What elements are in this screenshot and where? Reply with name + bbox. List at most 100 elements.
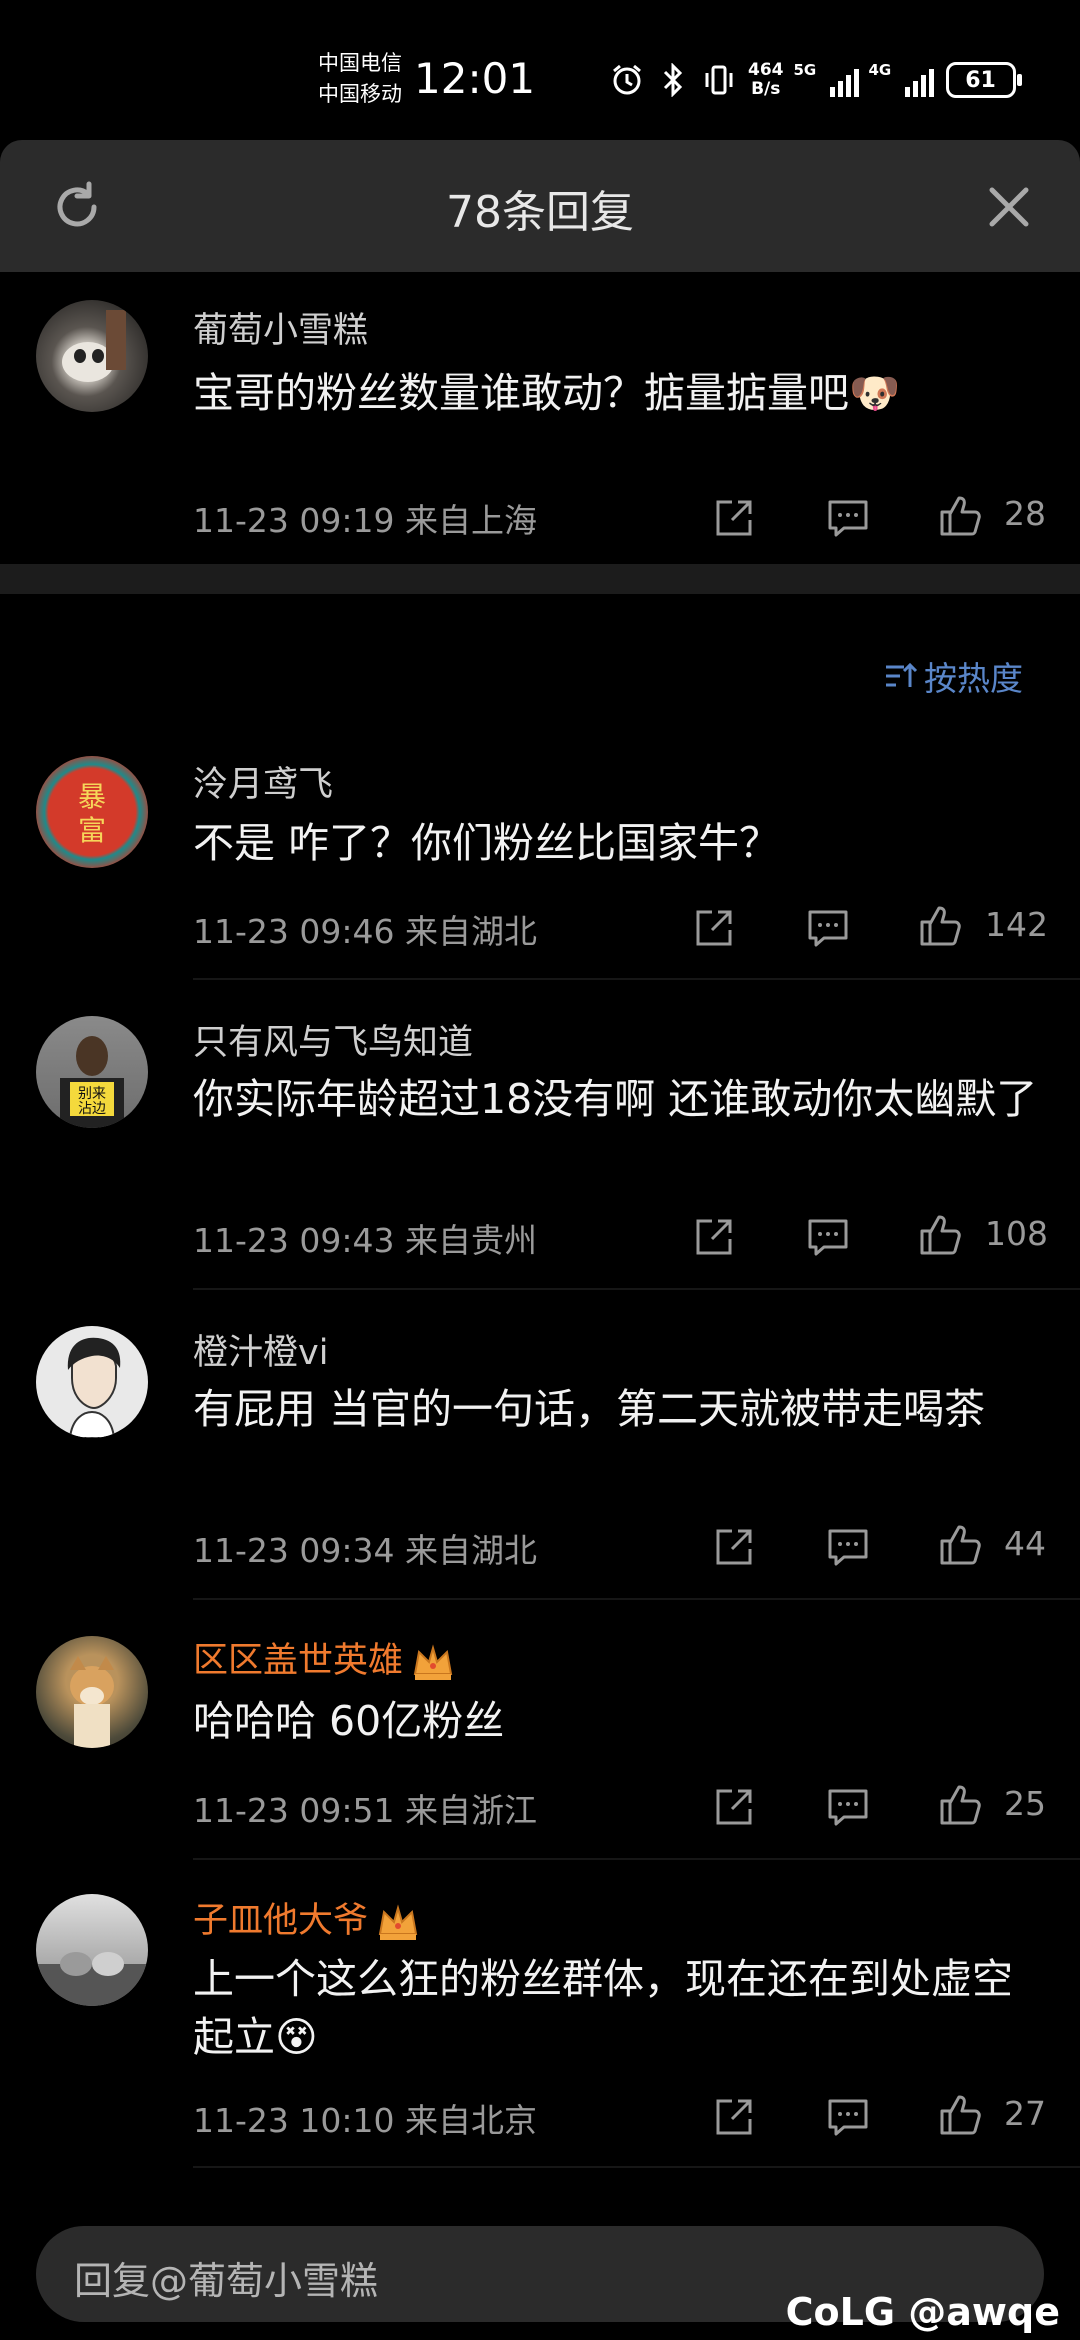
share-icon[interactable] — [692, 906, 736, 950]
comment-date: 11-23 09:19 — [193, 501, 395, 540]
like-count: 108 — [985, 1214, 1048, 1253]
svg-text:沾边: 沾边 — [78, 1101, 106, 1117]
comment-text: 宝哥的粉丝数量谁敢动？掂量掂量吧🐶 — [193, 364, 1043, 422]
comment-date: 11-23 09:51 — [193, 1791, 395, 1830]
comment-location: 来自上海 — [404, 501, 537, 540]
comment-text: 有屁用 当官的一句话，第二天就被带走喝茶 — [193, 1385, 986, 1433]
comment-location: 来自北京 — [404, 2101, 537, 2140]
comment-author[interactable]: 子皿他大爷 — [193, 1892, 420, 1943]
share-icon[interactable] — [712, 2095, 756, 2139]
doge-emoji: 🐶 — [849, 369, 901, 417]
like-icon[interactable] — [938, 1783, 982, 1827]
comment-meta: 11-23 09:34 来自湖北 — [193, 1524, 537, 1572]
comment-text: 不是 咋了？你们粉丝比国家牛？ — [193, 819, 781, 867]
comment-author[interactable]: 葡萄小雪糕 — [193, 302, 368, 353]
avatar[interactable]: 别来 沾边 — [36, 1016, 148, 1128]
comment-text: 哈哈哈 60亿粉丝 — [193, 1697, 505, 1745]
avatar[interactable] — [36, 1894, 148, 2006]
carrier-1: 中国电信 — [318, 51, 402, 75]
battery-icon: 61 — [945, 62, 1022, 98]
comment-text: 你实际年龄超过18没有啊 还谁敢动你太幽默了 — [193, 1075, 1038, 1123]
sort-label: 按热度 — [924, 659, 1023, 698]
close-icon[interactable] — [982, 180, 1036, 234]
svg-text:富: 富 — [78, 814, 106, 847]
signal-5g-label: 5G — [793, 61, 817, 79]
bluetooth-icon — [656, 63, 690, 97]
row-divider — [193, 2166, 1080, 2168]
like-count: 25 — [1004, 1784, 1046, 1823]
comment-location: 来自湖北 — [404, 912, 537, 951]
comment-text-body: 宝哥的粉丝数量谁敢动？掂量掂量吧 — [193, 369, 849, 417]
crown-icon — [413, 1644, 453, 1680]
comment-location: 来自湖北 — [404, 1531, 537, 1570]
like-icon[interactable] — [918, 1213, 962, 1257]
carrier-info: 中国电信 中国移动 — [318, 48, 402, 110]
comment-meta: 11-23 09:43 来自贵州 — [193, 1214, 537, 1262]
comment-meta: 11-23 09:51 来自浙江 — [193, 1784, 537, 1832]
comment-date: 11-23 09:46 — [193, 912, 395, 951]
like-count: 142 — [985, 905, 1048, 944]
comment-author[interactable]: 橙汁橙vi — [193, 1324, 328, 1375]
comment-meta: 11-23 09:46 来自湖北 — [193, 905, 537, 953]
comment-author[interactable]: 泠月鸢飞 — [193, 756, 333, 807]
comment-icon[interactable] — [826, 1525, 870, 1569]
vibrate-icon — [702, 63, 736, 97]
carrier-2: 中国移动 — [318, 82, 402, 106]
row-divider — [193, 1598, 1080, 1600]
comment-date: 11-23 09:43 — [193, 1221, 395, 1260]
row-divider — [193, 1288, 1080, 1290]
comment-author[interactable]: 区区盖世英雄 — [193, 1632, 455, 1683]
comment-location: 来自浙江 — [404, 1791, 537, 1830]
reply-input[interactable]: 回复@葡萄小雪糕 — [74, 2250, 378, 2305]
net-speed: 464 B/s — [748, 61, 784, 99]
comment-author[interactable]: 只有风与飞鸟知道 — [193, 1014, 473, 1065]
net-speed-unit: B/s — [751, 79, 781, 99]
comment-icon[interactable] — [806, 906, 850, 950]
comment-author-name: 区区盖世英雄 — [193, 1641, 404, 1681]
like-count: 44 — [1004, 1524, 1046, 1563]
comment-icon[interactable] — [826, 2095, 870, 2139]
avatar[interactable] — [36, 1636, 148, 1748]
like-icon[interactable] — [938, 1523, 982, 1567]
share-icon[interactable] — [712, 496, 756, 540]
avatar[interactable] — [36, 1326, 148, 1438]
avatar[interactable]: 暴富 — [36, 756, 148, 868]
parent-comment: 葡萄小雪糕 宝哥的粉丝数量谁敢动？掂量掂量吧🐶 11-23 09:19 来自上海… — [0, 272, 1080, 564]
signal-4g-icon: 4G — [869, 61, 934, 97]
crown-icon — [378, 1904, 418, 1940]
sort-toggle[interactable]: 按热度 — [884, 652, 1023, 700]
like-icon[interactable] — [938, 494, 982, 538]
watermark: CoLG @awqe — [785, 2290, 1060, 2334]
comment-icon[interactable] — [806, 1215, 850, 1259]
svg-text:暴: 暴 — [78, 780, 106, 813]
like-icon[interactable] — [938, 2093, 982, 2137]
comment-location: 来自贵州 — [404, 1221, 537, 1260]
comment-icon[interactable] — [826, 496, 870, 540]
share-icon[interactable] — [712, 1525, 756, 1569]
sort-icon — [886, 662, 918, 687]
comment-date: 11-23 09:34 — [193, 1531, 395, 1570]
replies-sheet-header: 78条回复 — [0, 140, 1080, 272]
avatar[interactable] — [36, 300, 148, 412]
section-divider — [0, 564, 1080, 594]
status-bar: 中国电信 中国移动 12:01 464 B/s 5G 4G 61 — [0, 0, 1080, 140]
like-icon[interactable] — [918, 904, 962, 948]
alarm-icon — [610, 63, 644, 97]
status-icons: 464 B/s 5G 4G 61 — [610, 56, 1022, 104]
like-count: 28 — [1004, 494, 1046, 533]
sheet-title: 78条回复 — [446, 187, 634, 238]
comment-author-name: 子皿他大爷 — [193, 1901, 369, 1941]
row-divider — [193, 978, 1080, 980]
comment-icon[interactable] — [826, 1785, 870, 1829]
signal-5g-icon: 5G — [793, 61, 859, 97]
like-count: 27 — [1004, 2094, 1046, 2133]
comment-meta: 11-23 10:10 来自北京 — [193, 2094, 537, 2142]
comment-text: 上一个这么狂的粉丝群体，现在还在到处虚空起立😵 — [193, 1950, 1043, 2066]
share-icon[interactable] — [692, 1215, 736, 1259]
comment-date: 11-23 10:10 — [193, 2101, 395, 2140]
dizzy-emoji: 😵 — [275, 2013, 318, 2061]
row-divider — [193, 1858, 1080, 1860]
battery-level: 61 — [965, 67, 996, 93]
status-time: 12:01 — [414, 54, 536, 103]
share-icon[interactable] — [712, 1785, 756, 1829]
